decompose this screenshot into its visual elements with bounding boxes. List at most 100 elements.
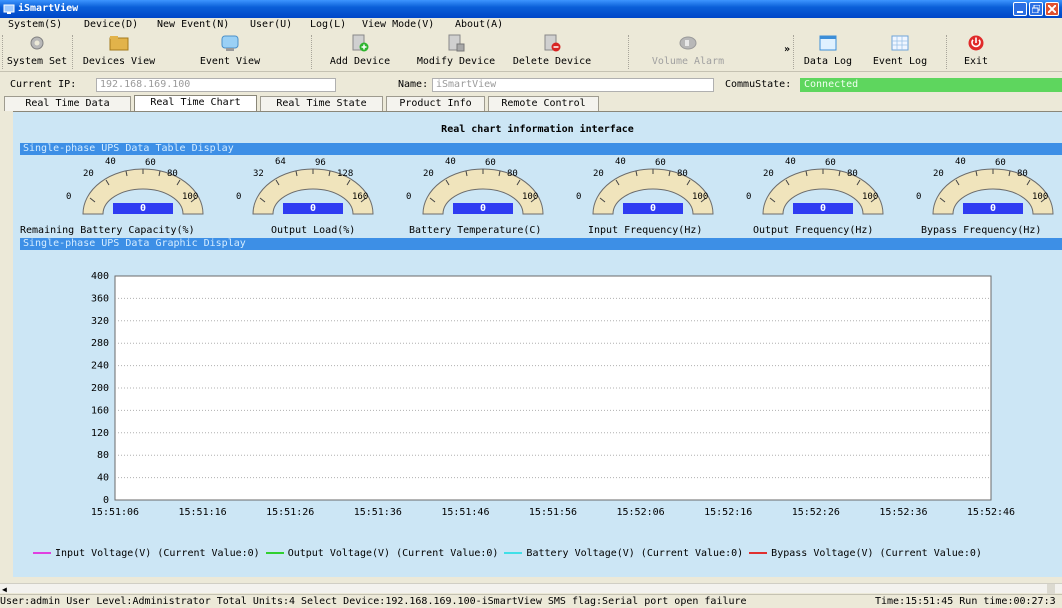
menu-device[interactable]: Device(D) <box>84 19 138 30</box>
event-log-button[interactable]: Event Log <box>862 32 938 70</box>
legend-item: Bypass Voltage(V) (Current Value:0) <box>749 548 982 559</box>
legend-label: Output Voltage(V) (Current Value:0) <box>287 548 499 559</box>
status-time: Time:15:51:45 Run time:00:27:3 <box>875 596 1056 607</box>
menu-system[interactable]: System(S) <box>8 19 62 30</box>
menu-log[interactable]: Log(L) <box>310 19 346 30</box>
gauge-tick-label: 80 <box>847 169 858 179</box>
scroll-left-icon[interactable]: ◀ <box>2 585 7 594</box>
x-tick-label: 15:51:36 <box>354 507 402 518</box>
y-tick-label: 240 <box>91 361 109 372</box>
gauge-tick-label: 60 <box>485 158 496 168</box>
event-view-button[interactable]: Event View <box>192 32 268 70</box>
gauge: 0 20 40 60 80 100 0 <box>916 156 1054 216</box>
tab-real-time-data[interactable]: Real Time Data <box>4 96 131 111</box>
gauge-tick-label: 80 <box>677 169 688 179</box>
gauge-tick-label: 40 <box>105 157 116 167</box>
gauge: 0 20 40 60 80 100 0 <box>406 156 544 216</box>
app-icon <box>3 4 15 14</box>
tab-remote-control[interactable]: Remote Control <box>488 96 599 111</box>
name-field[interactable]: iSmartView <box>432 78 714 92</box>
gauge-value: 0 <box>113 203 173 214</box>
tab-real-time-chart[interactable]: Real Time Chart <box>134 95 257 111</box>
gauge-tick-label: 100 <box>182 192 199 202</box>
event-log-label: Event Log <box>872 56 928 67</box>
delete-device-icon <box>544 34 561 52</box>
gauge-tick-label: 0 <box>916 192 922 202</box>
delete-device-label: Delete Device <box>512 56 592 67</box>
current-ip-field[interactable]: 192.168.169.100 <box>96 78 336 92</box>
tab-product-info[interactable]: Product Info <box>386 96 485 111</box>
gauge: 0 20 40 60 80 100 0 <box>576 156 714 216</box>
table-section-header: Single-phase UPS Data Table Display <box>20 143 1062 155</box>
gear-icon <box>30 36 44 50</box>
gauge-tick-label: 96 <box>315 158 326 168</box>
delete-device-button[interactable]: Delete Device <box>504 32 600 70</box>
name-label: Name: <box>398 79 429 90</box>
add-device-label: Add Device <box>329 56 391 67</box>
close-icon <box>1048 5 1056 13</box>
gauge-tick-label: 20 <box>763 169 774 179</box>
gauge: 0 20 40 60 80 100 0 <box>746 156 884 216</box>
devices-view-button[interactable]: Devices View <box>76 32 162 70</box>
gauge-value: 0 <box>453 203 513 214</box>
gauge-label: Input Frequency(Hz) <box>588 225 703 236</box>
y-tick-label: 160 <box>91 405 109 416</box>
chart-legend: Input Voltage(V) (Current Value:0) Output… <box>33 548 988 562</box>
toolbar-overflow-button[interactable]: » <box>784 44 790 55</box>
horizontal-scrollbar[interactable]: ◀ <box>0 583 1062 594</box>
data-log-button[interactable]: Data Log <box>797 32 859 70</box>
menu-view-mode[interactable]: View Mode(V) <box>362 19 434 30</box>
gauge-tick-label: 60 <box>145 158 156 168</box>
volume-alarm-button[interactable]: Volume Alarm <box>640 32 736 70</box>
x-tick-label: 15:52:36 <box>879 507 927 518</box>
close-button[interactable] <box>1045 2 1059 16</box>
event-view-label: Event View <box>199 56 261 67</box>
window-icon <box>819 35 837 51</box>
y-tick-label: 120 <box>91 428 109 439</box>
gauge-tick-label: 0 <box>746 192 752 202</box>
maximize-button[interactable] <box>1029 2 1043 16</box>
add-device-icon <box>352 34 369 52</box>
menu-new-event[interactable]: New Event(N) <box>157 19 229 30</box>
tab-real-time-state[interactable]: Real Time State <box>260 96 383 111</box>
x-tick-label: 15:51:26 <box>266 507 314 518</box>
toolbar: System Set Devices View Event View Add D… <box>0 32 1062 72</box>
legend-item: Input Voltage(V) (Current Value:0) <box>33 548 260 559</box>
gauge-tick-label: 160 <box>352 192 369 202</box>
legend-swatch <box>33 552 51 554</box>
chart-plot-area: 0 40 80 120 160 200 240 280 320 360 400 15:51:06 15:… <box>91 271 1015 518</box>
y-tick-label: 0 <box>103 495 109 506</box>
y-tick-label: 320 <box>91 316 109 327</box>
x-tick-label: 15:51:16 <box>179 507 227 518</box>
menu-user[interactable]: User(U) <box>250 19 292 30</box>
gauge-label: Remaining Battery Capacity(%) <box>20 225 195 236</box>
gauge-tick-label: 100 <box>1032 192 1049 202</box>
commu-state-indicator: Connected <box>800 78 1062 92</box>
minimize-button[interactable] <box>1013 2 1027 16</box>
status-text: User:admin User Level:Administrator Tota… <box>0 596 747 607</box>
add-device-button[interactable]: Add Device <box>315 32 405 70</box>
menu-about[interactable]: About(A) <box>455 19 503 30</box>
minimize-icon <box>1017 11 1023 13</box>
gauge-label: Output Load(%) <box>271 225 356 236</box>
calendar-icon <box>891 35 909 51</box>
gauge-tick-label: 20 <box>83 169 94 179</box>
gauge-tick-label: 80 <box>167 169 178 179</box>
gauge-tick-label: 20 <box>593 169 604 179</box>
gauge-tick-label: 40 <box>955 157 966 167</box>
exit-button[interactable]: Exit <box>950 32 1002 70</box>
legend-label: Bypass Voltage(V) (Current Value:0) <box>771 548 982 559</box>
toolbar-separator <box>793 35 795 69</box>
commu-state-label: CommuState: <box>725 79 792 90</box>
legend-item: Output Voltage(V) (Current Value:0) <box>265 548 499 559</box>
speaker-icon <box>679 36 697 50</box>
x-tick-label: 15:52:26 <box>792 507 840 518</box>
exit-label: Exit <box>963 56 989 67</box>
legend-swatch <box>749 552 768 554</box>
modify-device-button[interactable]: Modify Device <box>410 32 502 70</box>
system-set-button[interactable]: System Set <box>6 32 68 70</box>
gauge-label: Output Frequency(Hz) <box>753 225 874 236</box>
scrollbar-thumb[interactable] <box>1047 584 1055 594</box>
toolbar-separator <box>946 35 948 69</box>
y-tick-label: 360 <box>91 293 109 304</box>
